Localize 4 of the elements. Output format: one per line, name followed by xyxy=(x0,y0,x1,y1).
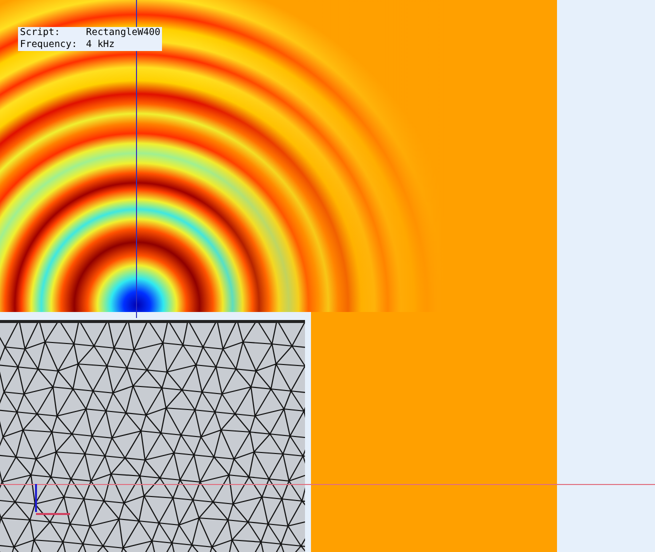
info-value: 4 kHz xyxy=(86,39,115,51)
info-key: Frequency: xyxy=(20,39,86,51)
info-key: Script: xyxy=(20,27,86,39)
info-value: RectangleW400 xyxy=(86,27,160,39)
